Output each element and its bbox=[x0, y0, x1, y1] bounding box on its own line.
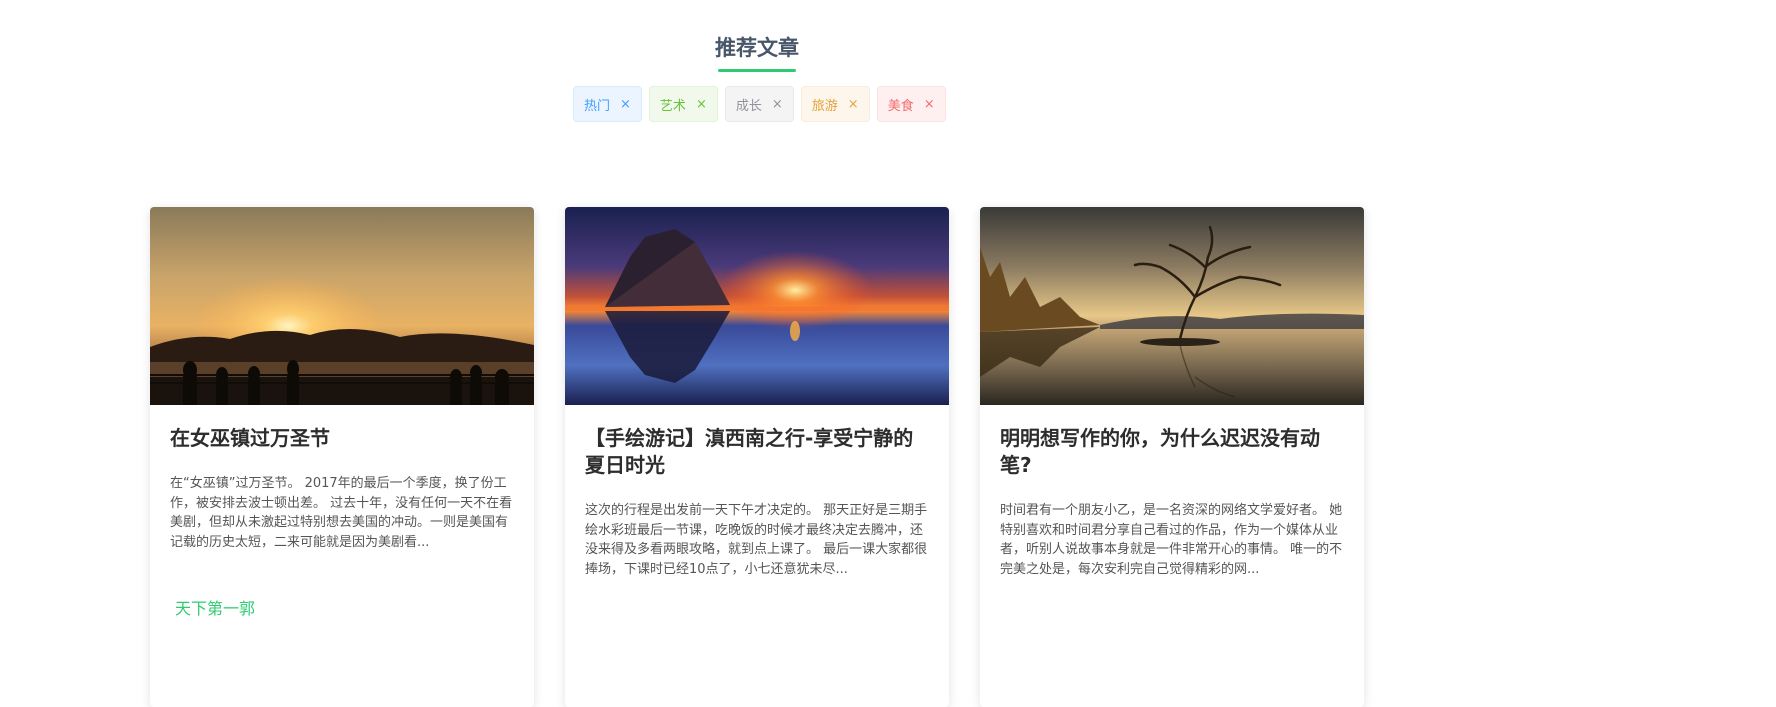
tag-label: 美食 bbox=[887, 98, 914, 114]
tag-travel[interactable]: 旅游 × bbox=[800, 86, 870, 122]
article-cover-image[interactable] bbox=[565, 207, 949, 405]
tag-hot[interactable]: 热门 × bbox=[573, 86, 642, 122]
section-title: 推荐文章 bbox=[715, 36, 799, 60]
article-title[interactable]: 明明想写作的你，为什么迟迟没有动笔? bbox=[1000, 425, 1344, 479]
tag-growth[interactable]: 成长 × bbox=[724, 86, 794, 122]
close-icon[interactable]: × bbox=[924, 97, 935, 112]
article-excerpt: 在“女巫镇”过万圣节。 2017年的最后一个季度，换了份工作，被安排去波士顿出差… bbox=[170, 476, 513, 550]
tag-label: 艺术 bbox=[659, 98, 686, 114]
article-card-1[interactable]: 在女巫镇过万圣节 在“女巫镇”过万圣节。 2017年的最后一个季度，换了份工作，… bbox=[150, 207, 534, 707]
tag-label: 热门 bbox=[584, 98, 611, 114]
article-title[interactable]: 在女巫镇过万圣节 bbox=[170, 425, 514, 452]
close-icon[interactable]: × bbox=[696, 97, 707, 112]
article-card-2[interactable]: 【手绘游记】滇西南之行-享受宁静的夏日时光 这次的行程是出发前一天下午才决定的。… bbox=[565, 207, 949, 707]
tag-art[interactable]: 艺术 × bbox=[648, 86, 718, 122]
tag-label: 成长 bbox=[735, 98, 762, 114]
article-title[interactable]: 【手绘游记】滇西南之行-享受宁静的夏日时光 bbox=[585, 425, 929, 479]
article-cover-image[interactable] bbox=[980, 207, 1364, 405]
tag-list: 热门 × 艺术 × 成长 × 旅游 × 美食 × bbox=[573, 86, 946, 122]
article-excerpt: 这次的行程是出发前一天下午才决定的。 那天正好是三期手绘水彩班最后一节课，吃晚饭… bbox=[585, 503, 928, 577]
article-excerpt: 时间君有一个朋友小乙，是一名资深的网络文学爱好者。 她特别喜欢和时间君分享自己看… bbox=[1000, 503, 1343, 577]
article-card-3[interactable]: 明明想写作的你，为什么迟迟没有动笔? 时间君有一个朋友小乙，是一名资深的网络文学… bbox=[980, 207, 1364, 707]
close-icon[interactable]: × bbox=[620, 97, 631, 112]
tag-food[interactable]: 美食 × bbox=[876, 86, 946, 122]
tag-label: 旅游 bbox=[811, 98, 838, 114]
article-author[interactable]: 天下第一郭 bbox=[175, 595, 255, 619]
title-underline bbox=[718, 69, 796, 72]
close-icon[interactable]: × bbox=[772, 97, 783, 112]
close-icon[interactable]: × bbox=[848, 97, 859, 112]
article-cover-image[interactable] bbox=[150, 207, 534, 405]
